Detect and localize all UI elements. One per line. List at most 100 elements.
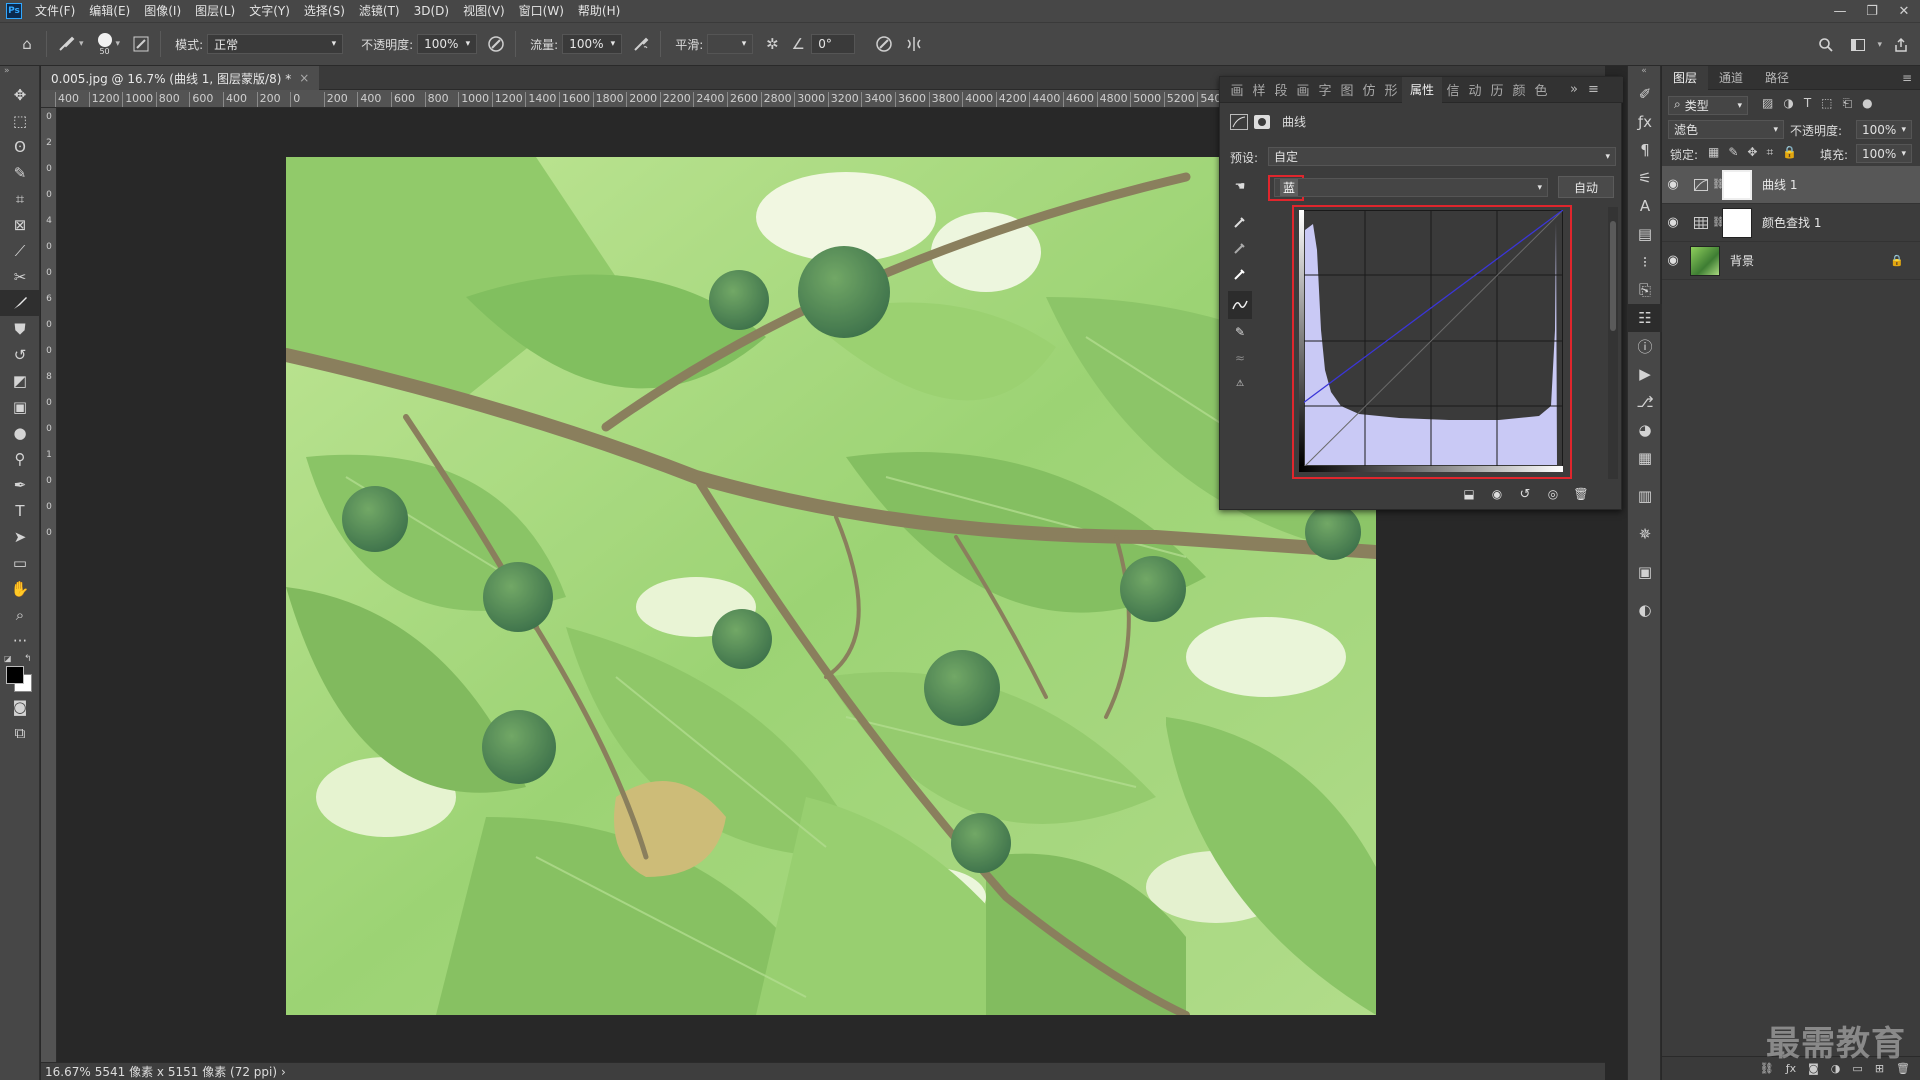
brush-panel-icon[interactable]: [128, 31, 154, 57]
menu-help[interactable]: 帮助(H): [571, 0, 627, 22]
hand-tool-icon[interactable]: ✋: [0, 576, 40, 602]
pen-tool-icon[interactable]: ✒: [0, 472, 40, 498]
mode-select[interactable]: 正常 ▾: [207, 34, 344, 54]
menu-3d[interactable]: 3D(D): [407, 0, 456, 22]
collapse-arrows-icon[interactable]: «: [1628, 66, 1660, 80]
tab-properties[interactable]: 属性: [1402, 76, 1442, 103]
layer-mask-thumbnail[interactable]: [1722, 169, 1752, 200]
shape-filter-icon[interactable]: ⬚: [1821, 96, 1832, 111]
white-point-eyedropper-icon[interactable]: [1228, 261, 1252, 287]
history-icon[interactable]: ⎇: [1628, 388, 1662, 416]
swatches-icon[interactable]: ▦: [1628, 444, 1662, 472]
tab-actions[interactable]: 动: [1464, 77, 1486, 103]
point-curve-icon[interactable]: [1228, 291, 1252, 319]
on-image-adjust-icon[interactable]: ☚: [1228, 175, 1252, 197]
expand-panels-icon[interactable]: »: [1570, 82, 1578, 97]
tab-channels[interactable]: 通道: [1708, 66, 1754, 90]
visibility-eye-icon[interactable]: ◉: [1662, 253, 1684, 268]
blur-tool-icon[interactable]: ●: [0, 420, 40, 446]
visibility-eye-icon[interactable]: ◎: [1544, 485, 1562, 503]
opacity-input[interactable]: 100% ▾: [417, 34, 478, 54]
tab-swatches[interactable]: 色: [1530, 77, 1552, 103]
pressure-opacity-icon[interactable]: [483, 31, 509, 57]
menu-edit[interactable]: 编辑(E): [82, 0, 137, 22]
type-tool-icon[interactable]: T: [0, 498, 40, 524]
scrollbar-thumb[interactable]: [1610, 221, 1616, 331]
more-tools-icon[interactable]: ···: [0, 628, 40, 654]
layer-opacity-input[interactable]: 100% ▾: [1856, 120, 1912, 139]
visibility-eye-icon[interactable]: ◉: [1662, 215, 1684, 230]
photoshop-logo[interactable]: Ps: [6, 3, 22, 19]
history-brush-tool-icon[interactable]: ↺: [0, 342, 40, 368]
lock-pixels-icon[interactable]: ✎: [1728, 145, 1738, 160]
menu-filter[interactable]: 滤镜(T): [352, 0, 407, 22]
menu-select[interactable]: 选择(S): [297, 0, 352, 22]
healing-tool-icon[interactable]: ✂: [0, 264, 40, 290]
menu-type[interactable]: 文字(Y): [242, 0, 297, 22]
clipping-warning-icon[interactable]: ⚠: [1228, 371, 1252, 397]
marquee-tool-icon[interactable]: ⬚: [0, 108, 40, 134]
trash-icon[interactable]: 🗑: [1572, 485, 1590, 503]
background-thumbnail[interactable]: [1690, 245, 1720, 276]
character-icon[interactable]: A: [1628, 192, 1662, 220]
black-point-eyedropper-icon[interactable]: [1228, 209, 1252, 235]
brush-tool-icon[interactable]: [53, 31, 79, 57]
menu-file[interactable]: 文件(F): [28, 0, 82, 22]
default-colors-icon[interactable]: ◪: [4, 654, 12, 663]
menu-view[interactable]: 视图(V): [456, 0, 512, 22]
brush-panel-icon[interactable]: ⚟: [1628, 164, 1662, 192]
photo-canvas[interactable]: [286, 157, 1376, 1015]
workspace-icon[interactable]: [1845, 32, 1871, 58]
reset-icon[interactable]: ↺: [1516, 485, 1534, 503]
fill-input[interactable]: 100% ▾: [1856, 144, 1912, 163]
adjustment-filter-icon[interactable]: ◑: [1783, 96, 1793, 111]
smooth-curve-icon[interactable]: ≈: [1228, 345, 1252, 371]
frame-tool-icon[interactable]: ⊠: [0, 212, 40, 238]
adjustments-sun-icon[interactable]: ✵: [1628, 520, 1662, 548]
rectangle-tool-icon[interactable]: ▭: [0, 550, 40, 576]
smoothing-input[interactable]: ▾: [707, 34, 754, 54]
panel-menu-icon[interactable]: ≡: [1902, 71, 1912, 85]
zoom-tool-icon[interactable]: ⌕: [0, 602, 40, 628]
layer-background[interactable]: ◉ 背景 🔒: [1662, 242, 1920, 280]
paragraph-icon[interactable]: ¶: [1628, 136, 1662, 164]
gear-icon[interactable]: ✲: [759, 31, 785, 57]
pencil-curve-icon[interactable]: ✎: [1228, 319, 1252, 345]
search-icon[interactable]: [1813, 32, 1839, 58]
curves-graph[interactable]: [1299, 210, 1563, 472]
actions-play-icon[interactable]: ▶: [1628, 360, 1662, 388]
layer-curves-1[interactable]: ◉ ⛓ 曲线 1: [1662, 166, 1920, 204]
tab-styles[interactable]: 样: [1248, 77, 1270, 103]
tab-layers[interactable]: 图层: [1662, 65, 1709, 90]
link-chain-icon[interactable]: ⛓: [1712, 217, 1725, 228]
angle-input[interactable]: 0°: [811, 34, 856, 54]
eraser-tool-icon[interactable]: ◩: [0, 368, 40, 394]
panel-scrollbar[interactable]: [1608, 207, 1618, 479]
crop-tool-icon[interactable]: ⌗: [0, 186, 40, 212]
layer-color-lookup-1[interactable]: ◉ ⛓ 颜色查找 1: [1662, 204, 1920, 242]
lock-all-icon[interactable]: 🔒: [1782, 145, 1797, 160]
info-icon[interactable]: ⓘ: [1628, 332, 1662, 360]
document-tab[interactable]: 0.005.jpg @ 16.7% (曲线 1, 图层蒙版/8) * ×: [41, 66, 320, 90]
view-previous-state-icon[interactable]: ◉: [1488, 485, 1506, 503]
tab-info[interactable]: 信: [1442, 77, 1464, 103]
pressure-size-icon[interactable]: [871, 31, 897, 57]
path-select-tool-icon[interactable]: ➤: [0, 524, 40, 550]
eyedropper-tool-icon[interactable]: ⟋: [0, 238, 40, 264]
collapse-arrows-icon[interactable]: »: [0, 66, 39, 82]
notes-icon[interactable]: ▥: [1628, 482, 1662, 510]
gradient-tool-icon[interactable]: ▣: [0, 394, 40, 420]
layer-mask-thumbnail[interactable]: [1722, 207, 1752, 238]
tab-paths[interactable]: 路径: [1754, 66, 1800, 90]
chevron-down-icon[interactable]: ▾: [1877, 40, 1882, 50]
status-menu-arrow[interactable]: ›: [281, 1065, 286, 1079]
restore-button[interactable]: ❐: [1856, 0, 1888, 22]
clone-source-icon[interactable]: ⎘: [1628, 276, 1662, 304]
tab-brush[interactable]: 画: [1226, 77, 1248, 103]
menu-image[interactable]: 图像(I): [137, 0, 188, 22]
link-chain-icon[interactable]: ⛓: [1712, 179, 1725, 190]
styles-icon[interactable]: ƒx: [1628, 108, 1662, 136]
brush-tool-icon[interactable]: [0, 290, 40, 316]
lock-transparency-icon[interactable]: ▦: [1708, 145, 1719, 160]
move-tool-icon[interactable]: ✥: [0, 82, 40, 108]
